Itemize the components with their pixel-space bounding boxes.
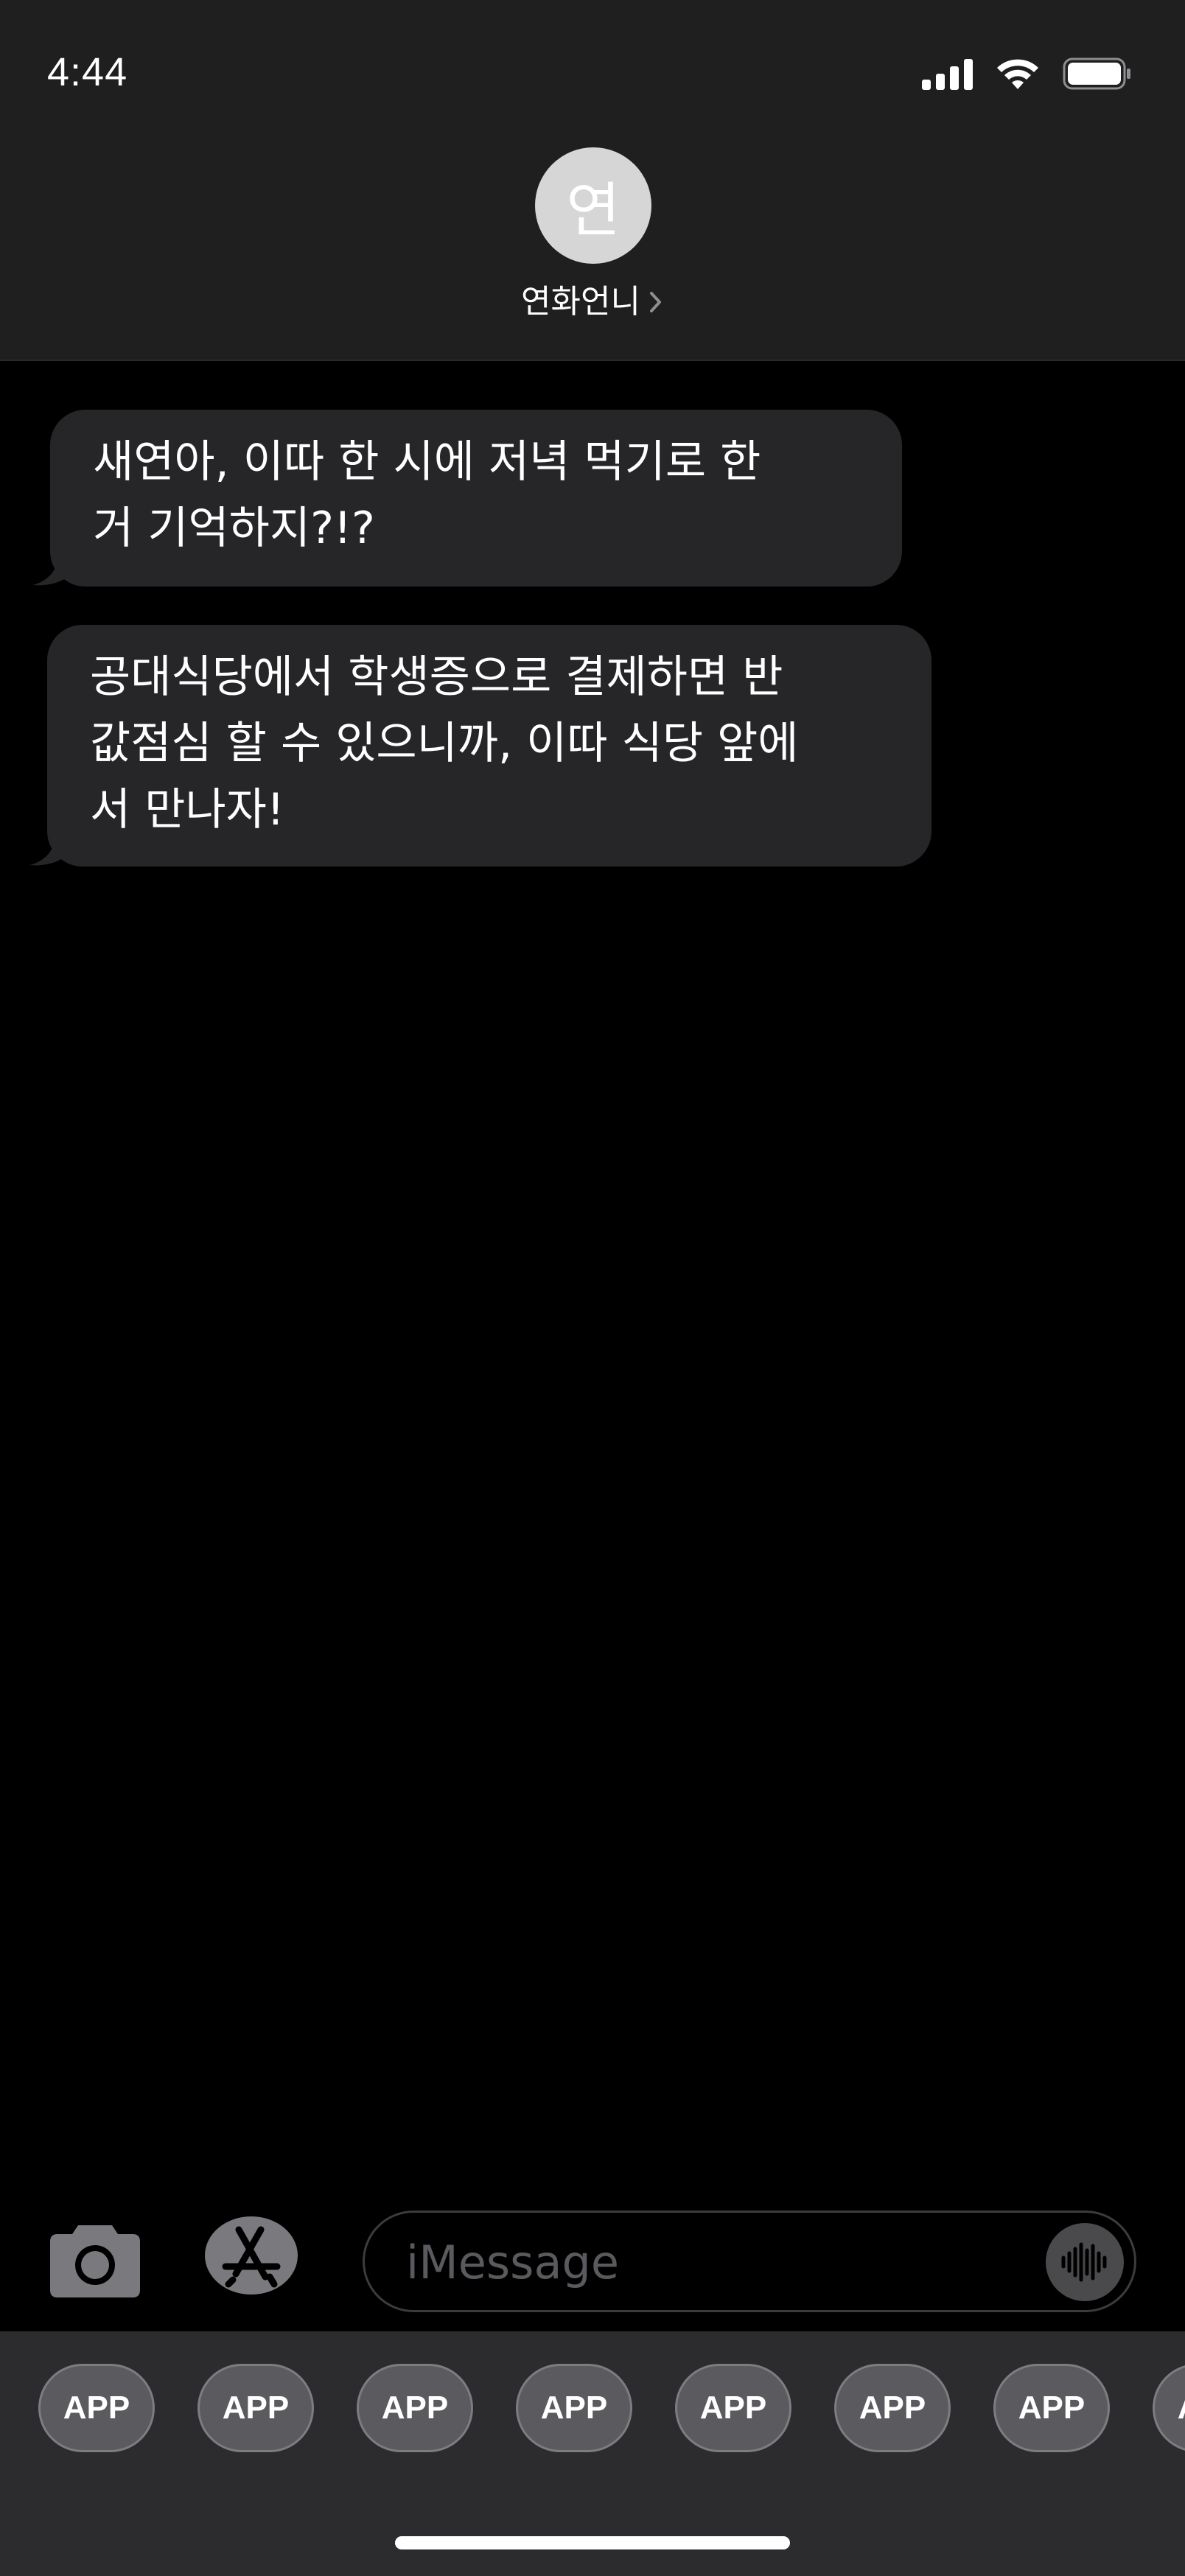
composer-bar: iMessage bbox=[0, 2190, 1185, 2330]
contact-name: 연화언니 bbox=[521, 283, 640, 321]
home-indicator bbox=[395, 2536, 790, 2549]
audio-message-button[interactable] bbox=[1046, 2223, 1124, 2301]
app-store-button[interactable] bbox=[203, 2215, 299, 2296]
waveform-icon bbox=[1061, 2242, 1107, 2282]
status-time: 4:44 bbox=[47, 50, 128, 94]
app-button[interactable]: APP bbox=[834, 2364, 951, 2452]
message-list: 새연아, 이따 한 시에 저녁 먹기로 한 거 기억하지?!? 공대식당에서 학… bbox=[0, 361, 1185, 2188]
camera-icon bbox=[50, 2225, 140, 2297]
app-drawer: APP APP APP APP APP APP APP APP bbox=[0, 2331, 1185, 2576]
message-text: 공대식당에서 학생증으로 결제하면 반 값점심 할 수 있으니까, 이따 식당 … bbox=[90, 651, 799, 836]
app-button[interactable]: APP bbox=[357, 2364, 473, 2452]
bubble-tail bbox=[29, 822, 74, 866]
incoming-message-bubble[interactable]: 공대식당에서 학생증으로 결제하면 반 값점심 할 수 있으니까, 이따 식당 … bbox=[29, 625, 931, 867]
incoming-message-bubble[interactable]: 새연아, 이따 한 시에 저녁 먹기로 한 거 기억하지?!? bbox=[32, 410, 902, 587]
contact-avatar[interactable]: 연 bbox=[535, 147, 651, 264]
app-button[interactable]: APP bbox=[993, 2364, 1110, 2452]
contact-details-link[interactable]: 연화언니 bbox=[0, 280, 1185, 324]
status-icons bbox=[922, 52, 1132, 96]
camera-button[interactable] bbox=[49, 2218, 141, 2299]
imessage-input[interactable]: iMessage bbox=[363, 2211, 1136, 2312]
app-button[interactable]: APP bbox=[38, 2364, 155, 2452]
wifi-icon bbox=[995, 57, 1041, 91]
app-button[interactable]: APP bbox=[675, 2364, 791, 2452]
message-text: 새연아, 이따 한 시에 저녁 먹기로 한 거 기억하지?!? bbox=[93, 436, 761, 554]
bubble-tail bbox=[32, 542, 77, 586]
chevron-right-icon bbox=[648, 290, 664, 315]
battery-icon bbox=[1063, 57, 1132, 91]
signal-icon bbox=[922, 57, 973, 90]
imessage-placeholder: iMessage bbox=[406, 2236, 619, 2289]
app-row: APP APP APP APP APP APP APP APP bbox=[38, 2364, 1185, 2452]
appstore-icon bbox=[205, 2216, 298, 2295]
app-button[interactable]: APP bbox=[198, 2364, 314, 2452]
app-button[interactable]: APP bbox=[1153, 2364, 1185, 2452]
conversation-header: 4:44 연 연화언니 bbox=[0, 0, 1185, 361]
app-button[interactable]: APP bbox=[516, 2364, 632, 2452]
